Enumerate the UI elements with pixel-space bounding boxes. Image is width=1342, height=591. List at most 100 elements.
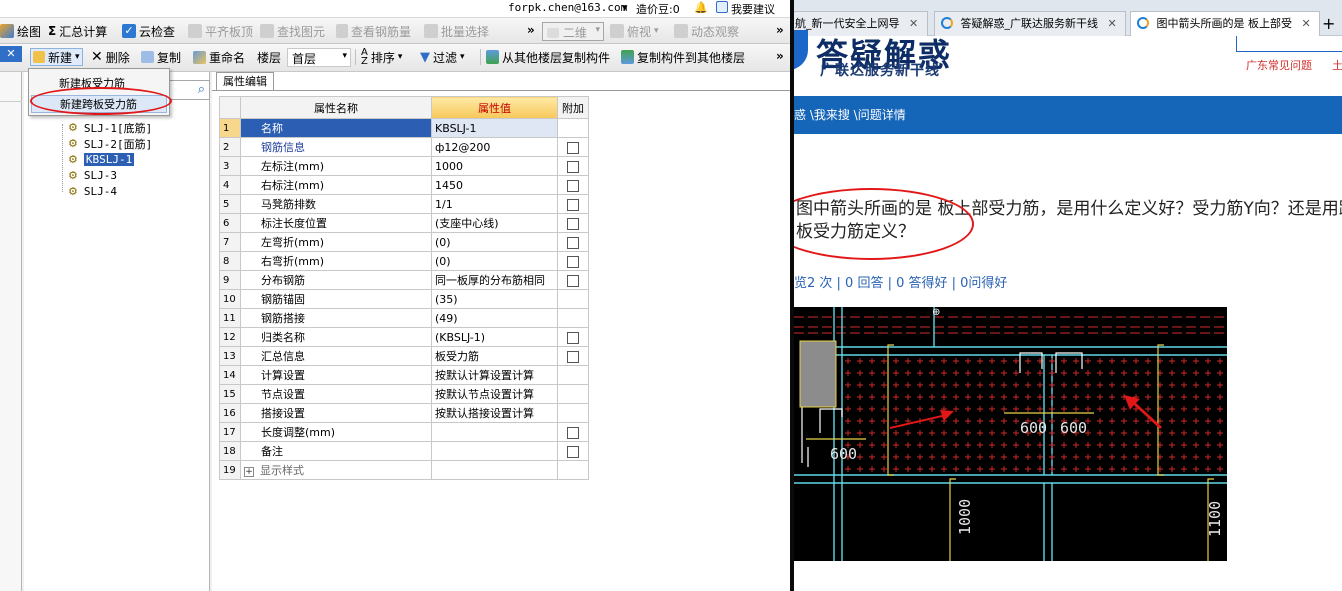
- close-icon[interactable]: ✕: [0, 46, 22, 62]
- property-value[interactable]: 1/1: [431, 194, 558, 214]
- orbit-button[interactable]: 动态观察: [674, 22, 739, 40]
- property-row[interactable]: 17 长度调整(mm): [219, 422, 589, 442]
- property-value[interactable]: ф12@200: [431, 137, 558, 157]
- attach-checkbox[interactable]: [567, 274, 579, 287]
- search-icon[interactable]: ⌕: [198, 82, 205, 97]
- toolbar-overflow-button[interactable]: »: [527, 21, 535, 39]
- property-row[interactable]: 4 右标注(mm) 1450: [219, 175, 589, 195]
- batch-select-button[interactable]: 批量选择: [424, 22, 489, 40]
- property-value[interactable]: (0): [431, 251, 558, 271]
- hot-question-link[interactable]: 广东常见问题: [1246, 57, 1312, 73]
- property-name: 汇总信息: [240, 346, 432, 366]
- property-row[interactable]: 6 标注长度位置 (支座中心线): [219, 213, 589, 233]
- property-value[interactable]: 1000: [431, 156, 558, 176]
- gear-icon: ⚙: [68, 153, 78, 166]
- tree-item-slj-2[interactable]: ⚙ SLJ-2[面筋]: [68, 136, 152, 151]
- property-row[interactable]: 14 计算设置 按默认计算设置计算: [219, 365, 589, 385]
- property-row[interactable]: 2 钢筋信息 ф12@200: [219, 137, 589, 157]
- summary-calc-button[interactable]: Σ 汇总计算: [48, 22, 107, 40]
- property-row[interactable]: 8 右弯折(mm) (0): [219, 251, 589, 271]
- toolbar-overflow-button-3[interactable]: »: [776, 47, 784, 65]
- attach-checkbox[interactable]: [567, 236, 579, 249]
- property-value[interactable]: (0): [431, 232, 558, 252]
- property-value[interactable]: 同一板厚的分布筋相同: [431, 270, 558, 290]
- close-icon[interactable]: ✕: [1108, 17, 1117, 30]
- copy-from-floor-button[interactable]: 从其他楼层复制构件: [486, 48, 610, 66]
- property-value[interactable]: 板受力筋: [431, 346, 558, 366]
- attach-cell: [557, 270, 589, 290]
- property-row[interactable]: 12 归类名称 (KBSLJ-1): [219, 327, 589, 347]
- close-icon[interactable]: ✕: [909, 17, 918, 30]
- property-value[interactable]: [431, 460, 558, 480]
- browser-tab-question[interactable]: 图中箭头所画的是 板上部受 ✕: [1130, 11, 1320, 37]
- account-dropdown-icon[interactable]: ▾: [622, 1, 628, 14]
- property-row[interactable]: 10 钢筋锚固 (35): [219, 289, 589, 309]
- hot-link-2[interactable]: 土: [1332, 57, 1342, 73]
- attach-checkbox[interactable]: [567, 445, 579, 458]
- nav-slot[interactable]: [0, 88, 22, 102]
- copy-button[interactable]: 复制: [141, 48, 181, 66]
- property-row[interactable]: 13 汇总信息 板受力筋: [219, 346, 589, 366]
- find-element-button[interactable]: 查找图元: [260, 22, 325, 40]
- browser-tab-qa[interactable]: 答疑解惑_广联达服务新干线 ✕: [934, 11, 1126, 36]
- tree-item-slj-4[interactable]: ⚙ SLJ-4: [68, 184, 117, 199]
- floor-select[interactable]: 首层 ▾: [287, 48, 351, 67]
- property-row[interactable]: 18 备注: [219, 441, 589, 461]
- attach-checkbox[interactable]: [567, 179, 579, 192]
- topview-button[interactable]: 俯视 ▾: [610, 22, 659, 40]
- new-button[interactable]: 新建 ▾: [30, 48, 83, 66]
- attach-checkbox[interactable]: [567, 350, 579, 363]
- tree-item-slj-3[interactable]: ⚙ SLJ-3: [68, 168, 117, 183]
- property-value[interactable]: (KBSLJ-1): [431, 327, 558, 347]
- draw-button[interactable]: 绘图: [0, 22, 41, 40]
- property-row[interactable]: 16 搭接设置 按默认搭接设置计算: [219, 403, 589, 423]
- property-row[interactable]: 15 节点设置 按默认节点设置计算: [219, 384, 589, 404]
- view-mode-combo[interactable]: 二维 ▾: [542, 22, 604, 41]
- expand-icon[interactable]: +: [244, 467, 254, 477]
- view-rebar-button[interactable]: 查看钢筋量: [336, 22, 411, 40]
- property-row[interactable]: 19 + 显示样式: [219, 460, 589, 480]
- property-value[interactable]: (49): [431, 308, 558, 328]
- filter-button[interactable]: ▼ 过滤 ▾: [420, 48, 465, 66]
- property-value[interactable]: (支座中心线): [431, 213, 558, 233]
- property-value[interactable]: 1450: [431, 175, 558, 195]
- property-row[interactable]: 7 左弯折(mm) (0): [219, 232, 589, 252]
- rename-button[interactable]: 重命名: [193, 48, 245, 66]
- attach-checkbox[interactable]: [567, 141, 579, 154]
- property-value[interactable]: KBSLJ-1: [431, 118, 558, 138]
- tab-property-edit[interactable]: 属性编辑: [216, 72, 274, 90]
- attach-checkbox[interactable]: [567, 160, 579, 173]
- property-row[interactable]: 3 左标注(mm) 1000: [219, 156, 589, 176]
- property-value[interactable]: (35): [431, 289, 558, 309]
- site-header: 答疑解惑 广联达服务新干线 广东常见问题 土: [794, 30, 1342, 96]
- property-value[interactable]: [431, 422, 558, 442]
- attach-cell: [557, 175, 589, 195]
- delete-button[interactable]: ✕ 删除: [91, 48, 130, 66]
- suggest-button[interactable]: 我要建议: [716, 1, 775, 17]
- copy-to-floor-button[interactable]: 复制构件到其他楼层: [621, 48, 745, 66]
- tree-item-kbslj-1[interactable]: ⚙ KBSLJ-1: [68, 152, 135, 167]
- cloud-check-button[interactable]: ✓ 云检查: [122, 22, 175, 40]
- property-row[interactable]: 1 名称 KBSLJ-1: [219, 118, 589, 138]
- attach-checkbox[interactable]: [567, 331, 579, 344]
- breadcrumb-text[interactable]: 惑 \我来搜 \问题详情: [794, 108, 906, 122]
- property-row[interactable]: 9 分布钢筋 同一板厚的分布筋相同: [219, 270, 589, 290]
- account-email[interactable]: forpk.chen@163.com: [508, 1, 627, 14]
- sort-button[interactable]: AZ 排序 ▾: [361, 48, 402, 67]
- property-value[interactable]: 按默认节点设置计算: [431, 384, 558, 404]
- property-value[interactable]: [431, 441, 558, 461]
- attach-checkbox[interactable]: [567, 198, 579, 211]
- align-top-button[interactable]: 平齐板顶: [188, 22, 253, 40]
- tree-item-slj-1[interactable]: ⚙ SLJ-1[底筋]: [68, 120, 152, 135]
- property-value[interactable]: 按默认计算设置计算: [431, 365, 558, 385]
- property-value[interactable]: 按默认搭接设置计算: [431, 403, 558, 423]
- property-row[interactable]: 11 钢筋搭接 (49): [219, 308, 589, 328]
- toolbar-overflow-button-2[interactable]: »: [776, 21, 784, 39]
- attach-checkbox[interactable]: [567, 255, 579, 268]
- attach-checkbox[interactable]: [567, 217, 579, 230]
- property-row[interactable]: 5 马凳筋排数 1/1: [219, 194, 589, 214]
- close-icon[interactable]: ✕: [1302, 17, 1311, 30]
- bell-icon[interactable]: 🔔: [694, 1, 708, 14]
- new-tab-button[interactable]: +: [1322, 14, 1335, 33]
- attach-checkbox[interactable]: [567, 426, 579, 439]
